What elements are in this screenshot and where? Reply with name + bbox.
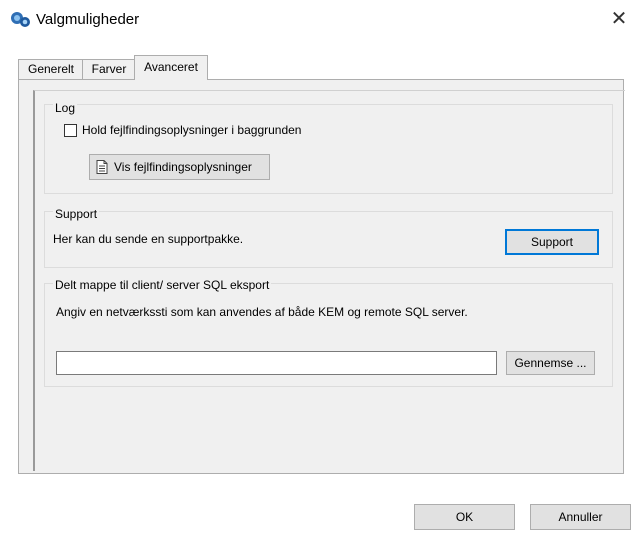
tab-generelt[interactable]: Generelt <box>18 59 84 80</box>
cancel-button-label: Annuller <box>558 510 603 524</box>
tab-label: Farver <box>91 62 127 76</box>
window-title: Valgmuligheder <box>36 11 140 28</box>
shared-folder-group-title: Delt mappe til client/ server SQL ekspor… <box>53 278 272 292</box>
tab-avanceret[interactable]: Avanceret <box>134 55 208 80</box>
background-debug-checkbox[interactable] <box>64 124 77 137</box>
log-group-title: Log <box>53 101 78 115</box>
ok-button[interactable]: OK <box>414 504 515 530</box>
support-button[interactable]: Support <box>505 229 599 255</box>
close-button[interactable]: ✕ <box>606 8 632 32</box>
tab-label: Avanceret <box>144 60 198 74</box>
shared-folder-path-input[interactable] <box>56 351 497 375</box>
browse-button-label: Gennemse ... <box>514 356 587 370</box>
tab-farver[interactable]: Farver <box>82 59 136 80</box>
app-icon <box>10 10 32 30</box>
support-description: Her kan du sende en supportpakke. <box>53 232 244 246</box>
browse-button[interactable]: Gennemse ... <box>506 351 595 375</box>
show-debug-info-label: Vis fejlfindingsoplysninger <box>114 160 252 174</box>
support-button-label: Support <box>530 235 574 249</box>
close-icon: ✕ <box>610 8 628 30</box>
tab-label: Generelt <box>27 62 75 76</box>
log-group <box>44 104 613 194</box>
shared-folder-description: Angiv en netværkssti som kan anvendes af… <box>56 305 468 319</box>
document-icon <box>96 160 108 174</box>
background-debug-checkbox-label: Hold fejlfindingsoplysninger i baggrunde… <box>82 123 302 137</box>
ok-button-label: OK <box>455 510 474 524</box>
cancel-button[interactable]: Annuller <box>530 504 631 530</box>
support-group-title: Support <box>53 207 100 221</box>
show-debug-info-button[interactable]: Vis fejlfindingsoplysninger <box>89 154 270 180</box>
